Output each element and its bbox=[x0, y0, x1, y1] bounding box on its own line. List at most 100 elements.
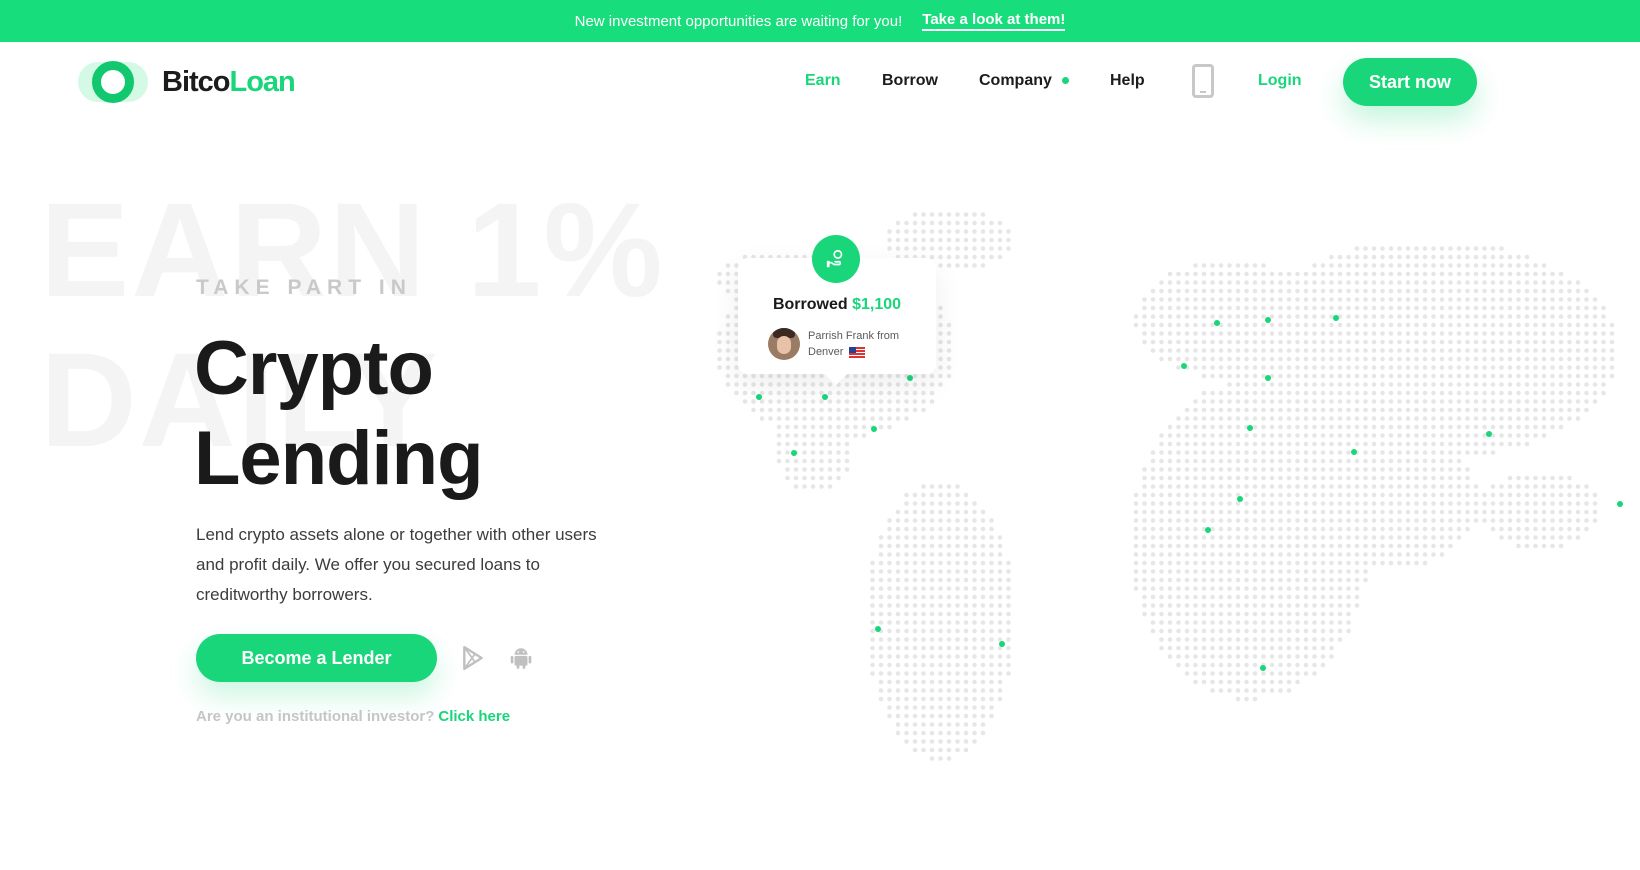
map-dot bbox=[938, 730, 943, 736]
institutional-click-here-link[interactable]: Click here bbox=[438, 708, 510, 725]
map-dot bbox=[895, 543, 901, 549]
nav-help[interactable]: Help bbox=[1110, 72, 1145, 90]
map-dot bbox=[1312, 322, 1317, 328]
map-dot bbox=[1303, 365, 1309, 370]
map-dot bbox=[989, 628, 994, 634]
map-dot bbox=[1465, 399, 1470, 404]
map-dot bbox=[912, 747, 918, 753]
banner-link[interactable]: Take a look at them! bbox=[922, 11, 1066, 31]
google-play-icon[interactable] bbox=[460, 645, 486, 671]
map-dot bbox=[1261, 441, 1266, 447]
map-dot bbox=[1567, 390, 1572, 396]
map-dot bbox=[1320, 543, 1326, 549]
map-dot bbox=[1295, 518, 1300, 523]
map-dot bbox=[1312, 314, 1317, 319]
map-dot bbox=[1193, 271, 1198, 277]
map-dot bbox=[1312, 263, 1317, 268]
logo[interactable]: BitcoLoan bbox=[78, 58, 296, 106]
map-dot bbox=[887, 679, 892, 685]
map-dot bbox=[938, 756, 943, 761]
map-dot bbox=[1218, 637, 1224, 642]
map-dot bbox=[1218, 339, 1224, 345]
map-dot bbox=[1244, 679, 1249, 685]
map-dot bbox=[904, 407, 909, 413]
nav-borrow[interactable]: Borrow bbox=[882, 72, 938, 90]
become-lender-button[interactable]: Become a Lender bbox=[196, 634, 437, 682]
android-icon[interactable] bbox=[508, 645, 534, 671]
map-dot bbox=[1261, 543, 1266, 549]
map-dot bbox=[963, 518, 969, 523]
map-dot bbox=[929, 543, 935, 549]
map-dot bbox=[963, 543, 969, 549]
map-dot bbox=[921, 603, 926, 608]
map-dot bbox=[768, 416, 773, 421]
map-dot bbox=[1456, 254, 1462, 260]
map-dot bbox=[1159, 280, 1164, 285]
map-dot bbox=[887, 424, 892, 430]
map-dot bbox=[1422, 331, 1428, 336]
map-dot bbox=[1507, 399, 1513, 404]
map-dot bbox=[793, 484, 799, 489]
map-dot bbox=[1244, 603, 1249, 608]
map-dot bbox=[1558, 399, 1564, 404]
start-now-button[interactable]: Start now bbox=[1343, 58, 1477, 106]
map-dot bbox=[955, 662, 960, 668]
map-dot bbox=[1431, 382, 1436, 387]
map-dot bbox=[1167, 526, 1173, 532]
map-dot bbox=[1184, 458, 1190, 464]
map-dot bbox=[1567, 501, 1572, 506]
map-dot bbox=[1431, 441, 1436, 447]
map-dot bbox=[955, 246, 960, 251]
map-dot bbox=[1184, 348, 1190, 353]
map-dot bbox=[904, 722, 909, 727]
map-dot bbox=[1371, 390, 1377, 396]
map-dot bbox=[1482, 399, 1487, 404]
map-dot bbox=[980, 577, 986, 583]
map-dot bbox=[1575, 373, 1581, 379]
map-dot bbox=[1176, 594, 1181, 600]
map-dot bbox=[1235, 560, 1241, 566]
map-dot bbox=[1499, 416, 1504, 421]
map-dot bbox=[1269, 424, 1275, 430]
map-dot bbox=[904, 637, 909, 642]
map-dot bbox=[1499, 314, 1504, 319]
map-dot bbox=[1473, 365, 1479, 370]
map-dot bbox=[1533, 433, 1538, 438]
map-dot bbox=[1363, 288, 1368, 294]
map-dot bbox=[887, 543, 892, 549]
map-dot bbox=[1150, 509, 1156, 515]
map-dot bbox=[912, 679, 918, 685]
map-dot bbox=[1269, 645, 1275, 651]
map-dot bbox=[1490, 518, 1496, 523]
map-dot bbox=[938, 484, 943, 489]
map-dot bbox=[1431, 458, 1436, 464]
map-dot bbox=[997, 220, 1003, 226]
map-dot bbox=[1541, 424, 1547, 430]
map-dot bbox=[1312, 407, 1317, 413]
nav-earn[interactable]: Earn bbox=[805, 72, 841, 90]
map-dot bbox=[793, 467, 799, 472]
nav-company[interactable]: Company bbox=[979, 72, 1069, 90]
login-link[interactable]: Login bbox=[1258, 72, 1302, 90]
map-dot bbox=[912, 407, 918, 413]
map-dot bbox=[1286, 679, 1292, 685]
map-dot bbox=[1490, 348, 1496, 353]
map-dot bbox=[1439, 509, 1445, 515]
map-dot bbox=[1295, 365, 1300, 370]
map-dot bbox=[1456, 441, 1462, 447]
map-activity-dot bbox=[999, 641, 1005, 647]
map-dot bbox=[1201, 280, 1207, 285]
map-dot bbox=[1269, 509, 1275, 515]
map-dot bbox=[1575, 518, 1581, 523]
map-dot bbox=[1456, 297, 1462, 302]
map-dot bbox=[946, 492, 952, 498]
map-dot bbox=[1235, 390, 1241, 396]
mobile-app-icon[interactable] bbox=[1192, 64, 1214, 98]
map-dot bbox=[1252, 288, 1258, 294]
map-dot bbox=[1388, 348, 1394, 353]
map-dot bbox=[1295, 433, 1300, 438]
map-dot bbox=[1567, 365, 1572, 370]
map-dot bbox=[1210, 450, 1215, 455]
map-dot bbox=[844, 407, 850, 413]
map-dot bbox=[1201, 594, 1207, 600]
